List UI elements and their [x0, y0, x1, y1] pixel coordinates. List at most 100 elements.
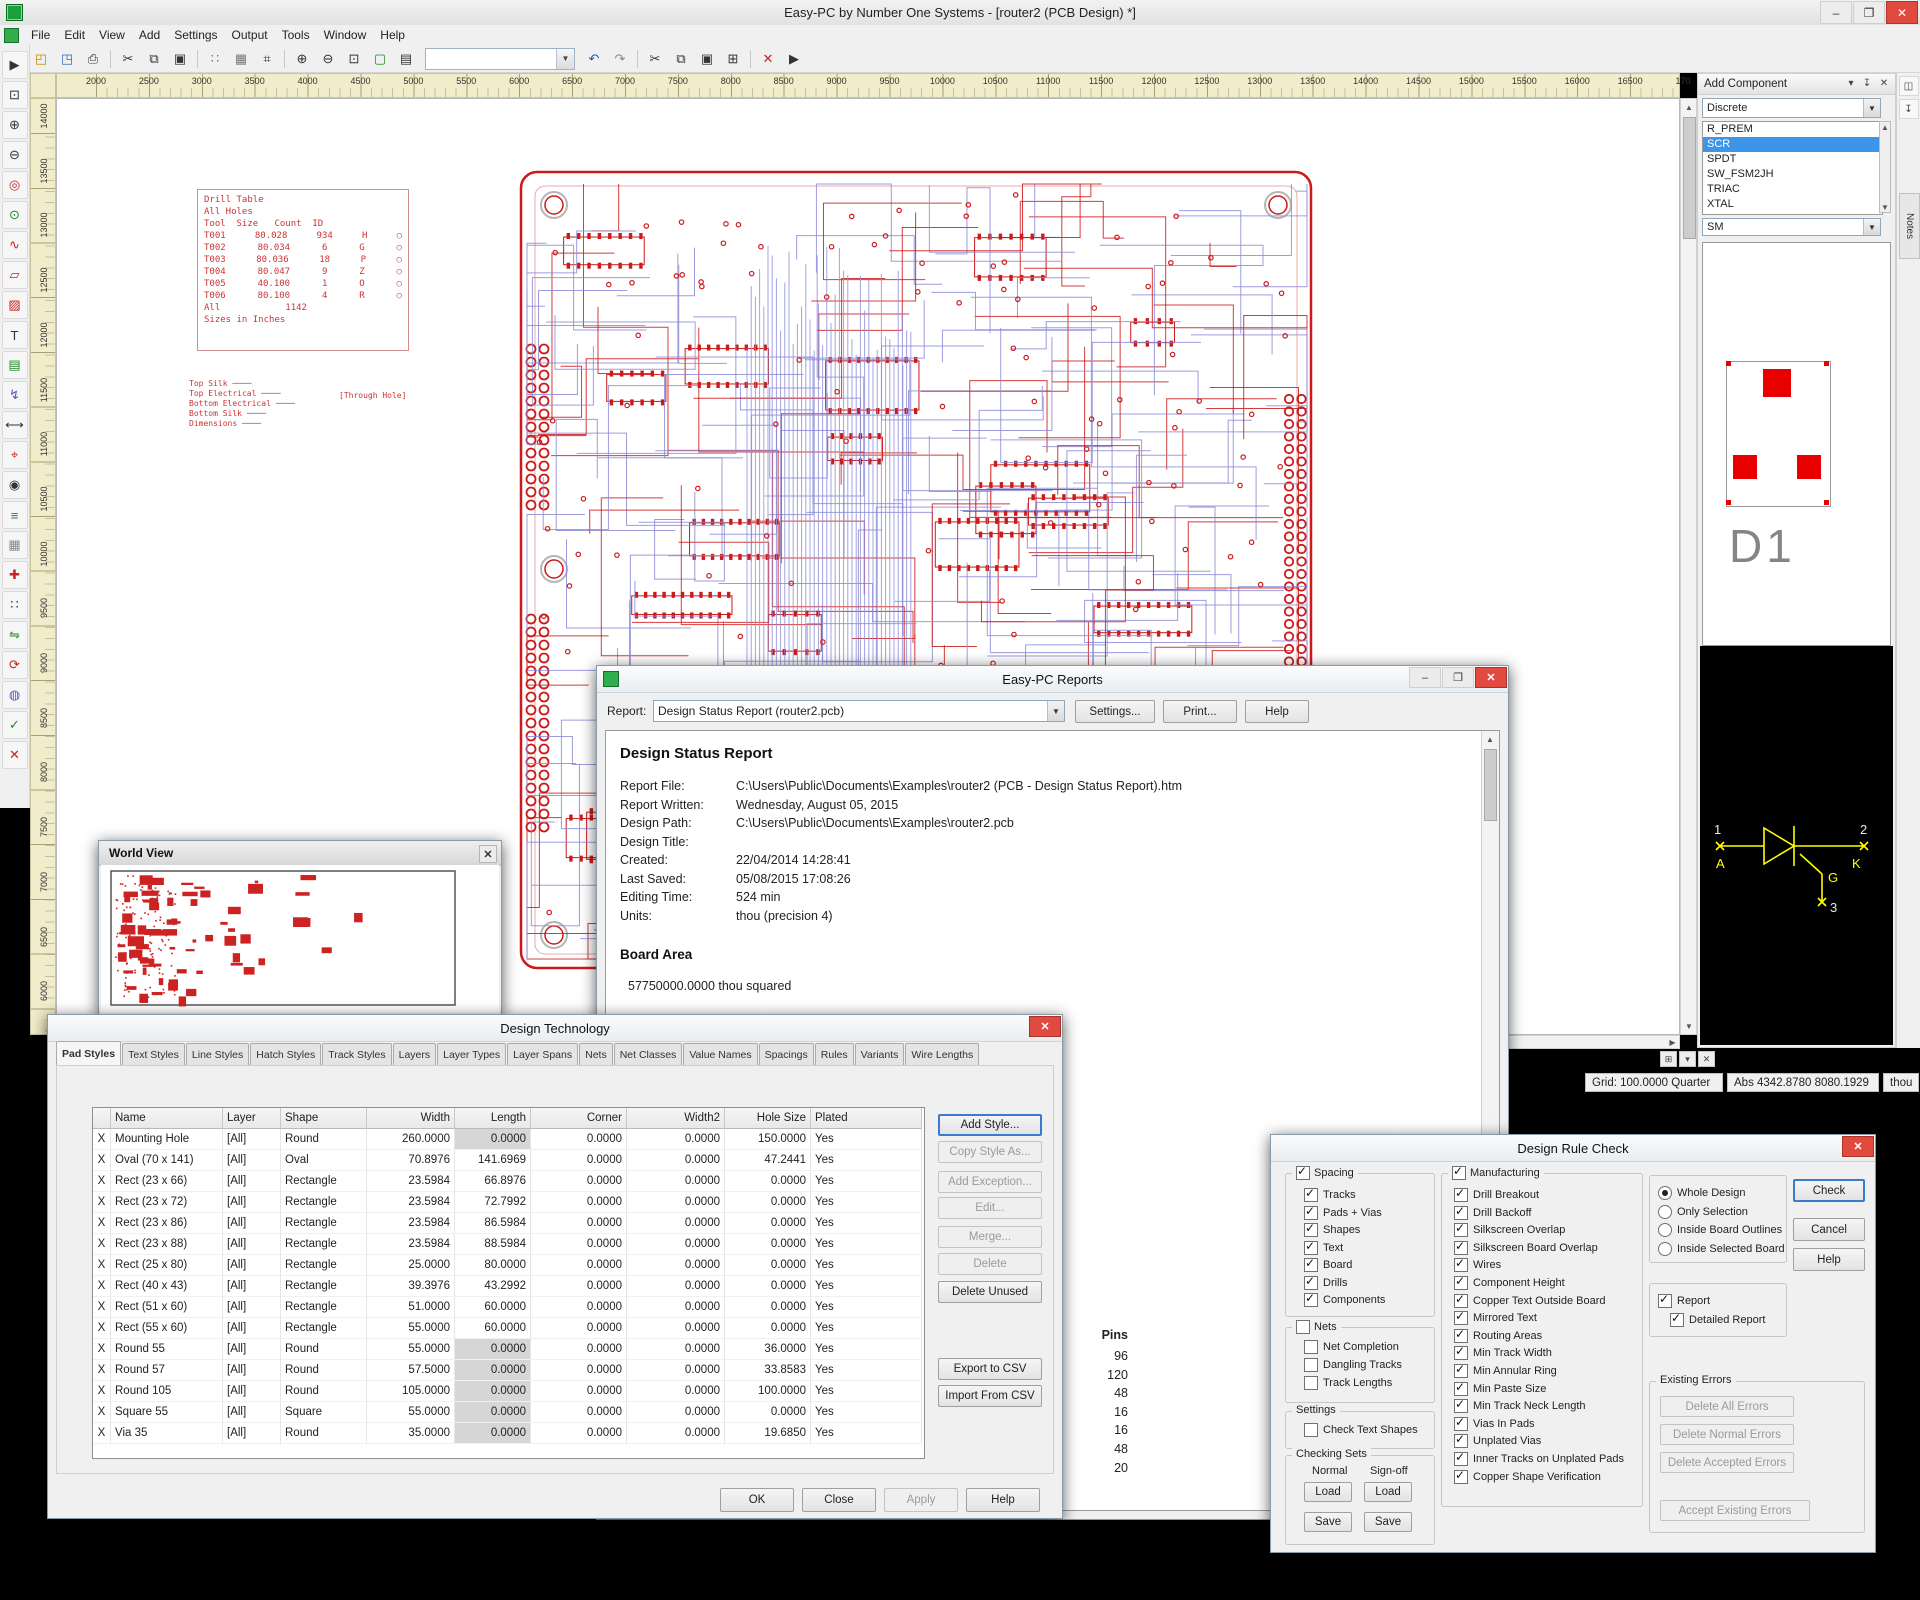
help-button[interactable]: Help	[966, 1488, 1040, 1512]
pointer-icon[interactable]: ▶	[2, 51, 28, 79]
component-list-item[interactable]: SCR	[1703, 137, 1882, 152]
grid-icon[interactable]: ▦	[2, 531, 28, 559]
scroll-up-icon[interactable]: ▲	[1682, 100, 1696, 114]
copper-shape-verification-checkbox[interactable]: Copper Shape Verification	[1454, 1470, 1601, 1484]
tab-layers[interactable]: Layers	[393, 1043, 437, 1065]
chevron-down-icon[interactable]: ▼	[1863, 99, 1880, 117]
spacing-group[interactable]: Spacing	[1292, 1166, 1358, 1180]
close-icon[interactable]: ✕	[1876, 76, 1892, 91]
help-button[interactable]: Help	[1245, 700, 1309, 723]
dock-window-icon[interactable]: ◫	[1899, 76, 1919, 96]
routing-areas-checkbox[interactable]: Routing Areas	[1454, 1329, 1542, 1343]
chevron-down-icon[interactable]: ▾	[1843, 76, 1859, 91]
dot-grid-icon[interactable]: ∷	[203, 47, 227, 71]
print-icon[interactable]: ⎙	[81, 47, 105, 71]
detailed-report-checkbox[interactable]: Detailed Report	[1670, 1313, 1765, 1327]
whole-design-radio[interactable]: Whole Design	[1658, 1186, 1745, 1200]
scroll-right-icon[interactable]: ▶	[1667, 1037, 1678, 1048]
pad-style-row[interactable]: XVia 35[All]Round35.00000.00000.00000.00…	[93, 1423, 924, 1444]
component-icon[interactable]: ▤	[2, 351, 28, 379]
tab-value-names[interactable]: Value Names	[683, 1043, 757, 1065]
accept-existing-errors-button[interactable]: Accept Existing Errors	[1660, 1500, 1810, 1521]
scroll-down-icon[interactable]: ▼	[1880, 202, 1890, 212]
pad-style-row[interactable]: XRect (51 x 60)[All]Rectangle51.000060.0…	[93, 1297, 924, 1318]
menu-help[interactable]: Help	[373, 26, 412, 44]
component-list-item[interactable]: XTAL	[1703, 197, 1882, 212]
vertical-scroll-thumb[interactable]	[1683, 117, 1696, 239]
tab-line-styles[interactable]: Line Styles	[186, 1043, 249, 1065]
inside-board-outlines-radio[interactable]: Inside Board Outlines	[1658, 1223, 1782, 1237]
tab-text-styles[interactable]: Text Styles	[122, 1043, 185, 1065]
pad-style-row[interactable]: XRound 57[All]Round57.50000.00000.00000.…	[93, 1360, 924, 1381]
tab-layer-spans[interactable]: Layer Spans	[507, 1043, 578, 1065]
text-checkbox[interactable]: Text	[1304, 1241, 1343, 1255]
design-rule-check-titlebar[interactable]: Design Rule Check ✕	[1271, 1135, 1875, 1162]
pin-icon[interactable]: ↧	[1859, 76, 1875, 91]
minimize-button[interactable]: –	[1409, 667, 1441, 688]
component-list[interactable]: R_PREMSCRSPDTSW_FSM2JHTRIACXTAL	[1702, 121, 1883, 215]
delete-all-errors[interactable]: Delete All Errors	[1660, 1396, 1794, 1417]
inside-selected-board-radio[interactable]: Inside Selected Board	[1658, 1242, 1785, 1256]
check-text-shapes-checkbox[interactable]: Check Text Shapes	[1304, 1423, 1418, 1437]
copy-icon[interactable]: ⧉	[142, 47, 166, 71]
line-grid-icon[interactable]: ▦	[229, 47, 253, 71]
zoom-board-icon[interactable]: ▢	[368, 47, 392, 71]
edit-button[interactable]: Edit...	[938, 1197, 1042, 1219]
silkscreen-board-overlap-checkbox[interactable]: Silkscreen Board Overlap	[1454, 1241, 1598, 1255]
scroll-down-icon[interactable]: ▼	[1682, 1019, 1696, 1033]
zoom-out-icon[interactable]: ⊖	[316, 47, 340, 71]
package-filter-combo[interactable]: SM▼	[1702, 218, 1881, 236]
components-checkbox[interactable]: Components	[1304, 1293, 1385, 1307]
pad-style-row[interactable]: XRect (23 x 72)[All]Rectangle23.598472.7…	[93, 1192, 924, 1213]
library-filter-combo[interactable]: Discrete▼	[1702, 98, 1881, 118]
restore-button[interactable]: ❐	[1853, 1, 1885, 24]
menu-window[interactable]: Window	[317, 26, 374, 44]
close-button[interactable]: ✕	[1886, 1, 1918, 24]
track-icon[interactable]: ∿	[2, 231, 28, 259]
add-style-button[interactable]: Add Style...	[938, 1114, 1042, 1136]
tab-rules[interactable]: Rules	[815, 1043, 854, 1065]
menu-add[interactable]: Add	[132, 26, 167, 44]
dock-icon[interactable]: ⊞	[1660, 1051, 1677, 1067]
tab-hatch-styles[interactable]: Hatch Styles	[250, 1043, 321, 1065]
pad-style-row[interactable]: XOval (70 x 141)[All]Oval70.8976141.6969…	[93, 1150, 924, 1171]
tab-variants[interactable]: Variants	[855, 1043, 905, 1065]
array-icon[interactable]: ∷	[2, 591, 28, 619]
tab-layer-types[interactable]: Layer Types	[437, 1043, 506, 1065]
origin-icon[interactable]: ✚	[2, 561, 28, 589]
delete-unused-button[interactable]: Delete Unused	[938, 1281, 1042, 1303]
dangling-tracks-checkbox[interactable]: Dangling Tracks	[1304, 1358, 1402, 1372]
board-checkbox[interactable]: Board	[1304, 1258, 1352, 1272]
chevron-down-icon[interactable]: ▼	[1863, 219, 1880, 235]
wires-checkbox[interactable]: Wires	[1454, 1258, 1501, 1272]
component-list-item[interactable]: TRIAC	[1703, 182, 1882, 197]
inner-tracks-on-unplated-pads-checkbox[interactable]: Inner Tracks on Unplated Pads	[1454, 1452, 1624, 1466]
nets-group[interactable]: Nets	[1292, 1320, 1341, 1334]
menu-settings[interactable]: Settings	[167, 26, 224, 44]
pad-style-row[interactable]: XRound 105[All]Round105.00000.00000.0000…	[93, 1381, 924, 1402]
pad-style-row[interactable]: XRect (25 x 80)[All]Rectangle25.000080.0…	[93, 1255, 924, 1276]
via-icon[interactable]: ⊙	[2, 201, 28, 229]
import-from-csv-button[interactable]: Import From CSV	[938, 1385, 1042, 1407]
scroll-up-icon[interactable]: ▲	[1880, 122, 1890, 132]
paste-icon[interactable]: ▣	[168, 47, 192, 71]
tab-net-classes[interactable]: Net Classes	[614, 1043, 683, 1065]
pad-style-row[interactable]: XRect (23 x 86)[All]Rectangle23.598486.5…	[93, 1213, 924, 1234]
pad-style-row[interactable]: XRect (40 x 43)[All]Rectangle39.397643.2…	[93, 1276, 924, 1297]
component-list-item[interactable]: SPDT	[1703, 152, 1882, 167]
menu-view[interactable]: View	[92, 26, 132, 44]
ok-button[interactable]: OK	[720, 1488, 794, 1512]
collapse-icon[interactable]: ▾	[1679, 1051, 1696, 1067]
delete-normal-errors[interactable]: Delete Normal Errors	[1660, 1424, 1794, 1445]
vias-in-pads-checkbox[interactable]: Vias In Pads	[1454, 1417, 1535, 1431]
erase-icon[interactable]: ✕	[2, 741, 28, 769]
world-view-content[interactable]	[101, 865, 499, 1013]
close-button[interactable]: ✕	[1842, 1136, 1874, 1157]
pad-style-row[interactable]: XRect (23 x 88)[All]Rectangle23.598488.5…	[93, 1234, 924, 1255]
tab-nets[interactable]: Nets	[579, 1043, 613, 1065]
reports-dialog-titlebar[interactable]: Easy-PC Reports – ❐ ✕	[597, 666, 1508, 693]
zoom-in-icon[interactable]: ⊕	[290, 47, 314, 71]
world-view-titlebar[interactable]: World View ✕	[99, 841, 501, 866]
close-button[interactable]: ✕	[1029, 1016, 1061, 1037]
report-checkbox[interactable]: Report	[1658, 1294, 1710, 1308]
